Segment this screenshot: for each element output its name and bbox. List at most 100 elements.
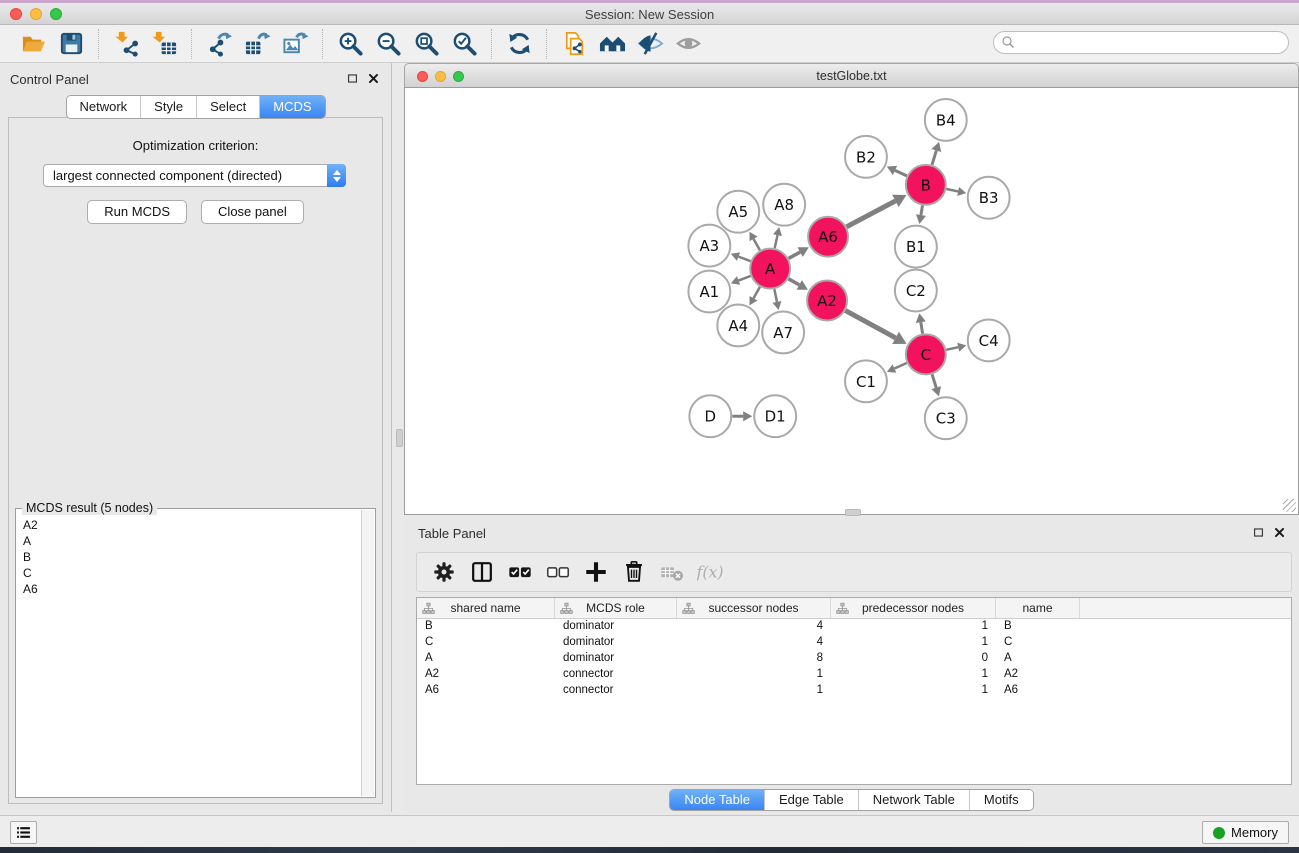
hide-selected-button[interactable] [631,29,669,59]
graph-edge[interactable] [847,201,896,227]
graph-node-B2[interactable]: B2 [845,136,887,178]
add-column-button[interactable] [581,557,610,587]
graph-node-C1[interactable]: C1 [845,360,887,402]
table-row[interactable]: A6connector11A6 [417,683,1291,699]
close-panel-button[interactable]: Close panel [201,200,304,224]
mcds-result-list[interactable]: A2ABCA6 [17,515,361,796]
search-input[interactable] [993,31,1289,54]
select-all-checks-button[interactable] [505,557,534,587]
export-image-button[interactable] [276,29,314,59]
export-table-button[interactable] [238,29,276,59]
zoom-selected-button[interactable] [445,29,483,59]
graph-node-A8[interactable]: A8 [763,184,805,226]
float-panel-icon[interactable] [347,73,358,84]
graph-edge[interactable] [739,276,751,281]
network-canvas[interactable]: B4B2BB3B1A5A8A6A3AA1A2A4A7C2CC4C1C3DD1 [404,87,1299,515]
graph-node-B1[interactable]: B1 [895,226,937,268]
graph-node-D[interactable]: D [689,395,731,437]
graph-edge[interactable] [789,252,801,258]
vertical-splitter-handle[interactable] [845,509,861,516]
result-list-item[interactable]: A6 [23,581,361,597]
graph-edge[interactable] [932,374,936,387]
column-header-predecessor-nodes[interactable]: predecessor nodes [831,598,996,618]
table-row[interactable]: A2connector11A2 [417,667,1291,683]
result-list-scrollbar[interactable] [361,510,374,796]
criterion-dropdown[interactable]: largest connected component (directed) [43,164,346,187]
deselect-all-checks-button[interactable] [543,557,572,587]
graph-node-A2[interactable]: A2 [807,281,847,321]
graph-node-B3[interactable]: B3 [968,177,1010,219]
refresh-button[interactable] [500,29,538,59]
graph-node-B4[interactable]: B4 [925,99,967,141]
graph-node-C2[interactable]: C2 [895,270,937,312]
column-header-MCDS-role[interactable]: MCDS role [555,598,677,618]
result-list-item[interactable]: C [23,565,361,581]
delete-column-button[interactable] [619,557,648,587]
graph-edge[interactable] [788,279,799,285]
run-mcds-button[interactable]: Run MCDS [87,200,187,224]
graph-node-C3[interactable]: C3 [925,397,967,439]
table-tab-edge-table[interactable]: Edge Table [764,790,858,810]
graph-edge[interactable] [946,189,958,191]
export-network-button[interactable] [200,29,238,59]
tab-style[interactable]: Style [140,96,196,118]
horizontal-splitter-handle[interactable] [396,429,403,447]
graph-edge[interactable] [739,257,751,262]
table-row[interactable]: Cdominator41C [417,635,1291,651]
graph-node-B[interactable]: B [906,165,946,205]
node-table[interactable]: shared nameMCDS rolesuccessor nodesprede… [416,597,1292,785]
result-list-item[interactable]: A [23,533,361,549]
graph-edge[interactable] [845,311,895,338]
import-table-button[interactable] [145,29,183,59]
graph-node-D1[interactable]: D1 [754,395,796,437]
graph-node-A5[interactable]: A5 [717,191,759,233]
table-settings-gear-button[interactable] [429,557,458,587]
graph-node-A3[interactable]: A3 [688,225,730,267]
graph-node-C[interactable]: C [906,334,946,374]
column-header-shared-name[interactable]: shared name [417,598,555,618]
graph-node-A4[interactable]: A4 [717,304,759,346]
import-network-button[interactable] [107,29,145,59]
function-builder-button[interactable] [695,557,724,587]
save-session-button[interactable] [52,29,90,59]
float-panel-icon[interactable] [1253,527,1264,538]
close-panel-icon[interactable] [1274,527,1285,538]
table-tab-motifs[interactable]: Motifs [969,790,1033,810]
result-list-item[interactable]: B [23,549,361,565]
graph-edge[interactable] [775,235,778,248]
graph-node-C4[interactable]: C4 [968,319,1010,361]
tab-network[interactable]: Network [66,96,140,118]
copy-network-button[interactable] [555,29,593,59]
resize-grip-icon[interactable] [1283,499,1296,512]
zoom-out-button[interactable] [369,29,407,59]
first-neighbors-button[interactable] [593,29,631,59]
zoom-in-button[interactable] [331,29,369,59]
graph-edge[interactable] [754,287,760,298]
split-table-button[interactable] [467,557,496,587]
column-header-successor-nodes[interactable]: successor nodes [677,598,831,618]
table-row[interactable]: Adominator80A [417,651,1291,667]
graph-edge[interactable] [894,363,906,369]
graph-edge[interactable] [774,289,777,302]
show-all-button[interactable] [669,29,707,59]
tab-select[interactable]: Select [196,96,259,118]
table-tab-network-table[interactable]: Network Table [858,790,969,810]
delete-table-button[interactable] [657,557,686,587]
table-tab-node-table[interactable]: Node Table [670,790,764,810]
column-header-name[interactable]: name [996,598,1080,618]
graph-edge[interactable] [895,170,907,176]
graph-edge[interactable] [754,239,760,250]
memory-button[interactable]: Memory [1202,821,1289,844]
network-graph[interactable]: B4B2BB3B1A5A8A6A3AA1A2A4A7C2CC4C1C3DD1 [405,88,1298,514]
result-list-item[interactable]: A2 [23,517,361,533]
network-window-titlebar[interactable]: testGlobe.txt [404,63,1299,87]
table-row[interactable]: Bdominator41B [417,619,1291,635]
close-panel-icon[interactable] [368,73,379,84]
graph-edge[interactable] [921,205,923,215]
graph-node-A6[interactable]: A6 [808,217,848,257]
graph-edge[interactable] [932,151,936,165]
tab-mcds[interactable]: MCDS [259,96,324,118]
graph-node-A1[interactable]: A1 [688,271,730,313]
open-session-button[interactable] [14,29,52,59]
graph-node-A[interactable]: A [750,249,790,289]
